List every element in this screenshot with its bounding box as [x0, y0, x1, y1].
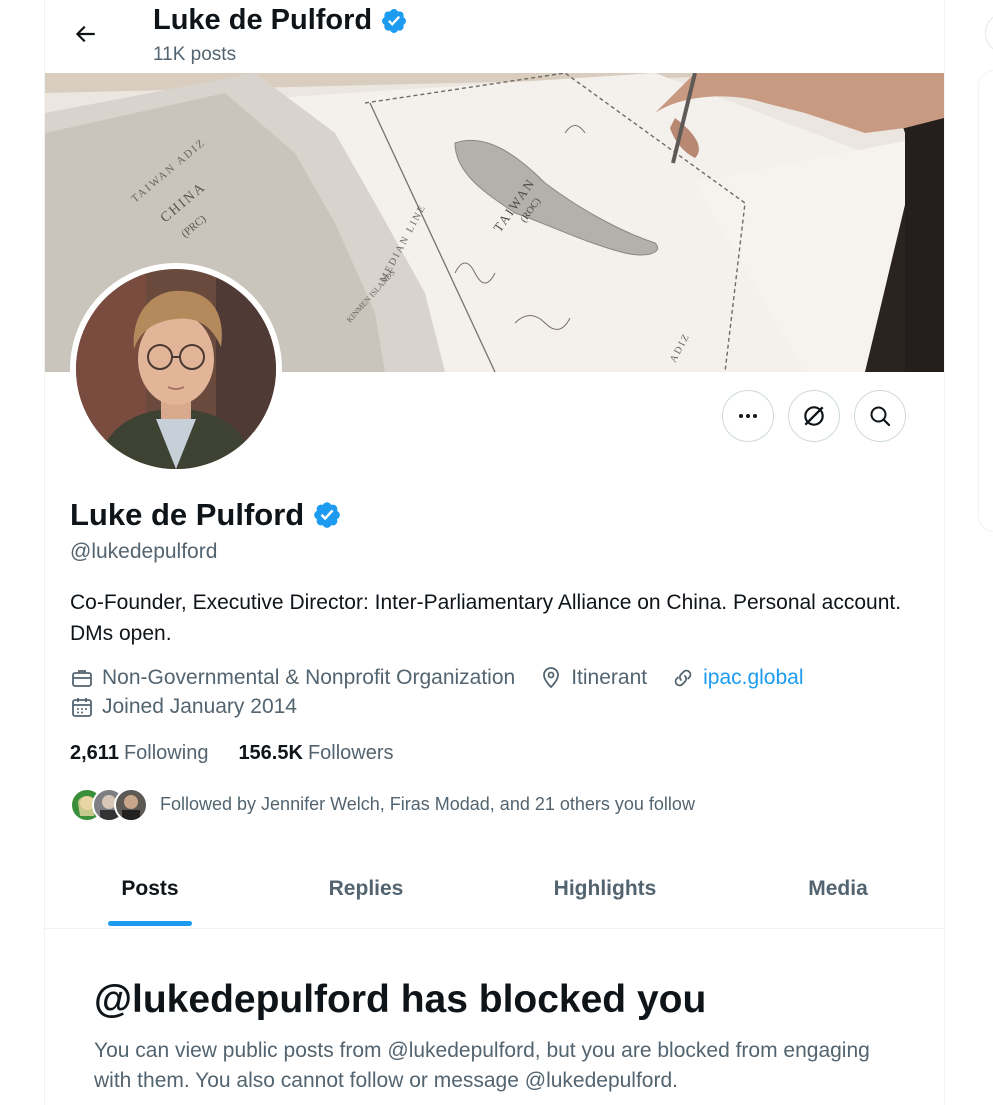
tab-label: Replies [328, 877, 404, 900]
search-icon [870, 406, 891, 427]
profile-column: Luke de Pulford 11K posts TAIWAN ADIZ CH… [44, 0, 945, 1105]
profile-location: Itinerant [539, 666, 647, 690]
following-count: 2,611 [70, 742, 119, 764]
blocked-title: @lukedepulford has blocked you [94, 978, 707, 1021]
arrow-left-icon [75, 25, 95, 43]
blocked-description: You can view public posts from @lukedepu… [94, 1039, 870, 1092]
link-icon [674, 669, 692, 687]
grok-button[interactable] [788, 390, 840, 442]
sidebar-card-edge [978, 70, 993, 532]
tab-highlights[interactable]: Highlights [535, 850, 675, 928]
profile-tabs: Posts Replies Highlights Media [45, 850, 944, 929]
briefcase-icon [72, 670, 92, 687]
sidebar-search-edge [985, 12, 993, 54]
profile-handle: @lukedepulford [70, 540, 218, 563]
profile-location-label: Itinerant [571, 666, 648, 689]
more-icon [739, 414, 757, 418]
calendar-icon [72, 698, 92, 717]
tab-posts[interactable]: Posts [100, 850, 200, 928]
profile-meta-row: Non-Governmental & Nonprofit Organizatio… [70, 666, 828, 690]
location-pin-icon [543, 667, 560, 689]
tab-label: Highlights [553, 877, 657, 900]
verified-badge-icon [382, 8, 407, 33]
followed-by-avatars [70, 786, 150, 822]
followers-link[interactable]: 156.5K Followers [238, 742, 393, 765]
following-label: Following [123, 742, 209, 764]
profile-avatar[interactable] [70, 263, 282, 475]
followed-by-text: Followed by Jennifer Welch, Firas Modad,… [160, 793, 695, 814]
header-title: Luke de Pulford [153, 4, 373, 36]
profile-website[interactable]: ipac.global [671, 666, 804, 690]
avatar [114, 788, 148, 822]
profile-joined-row: Joined January 2014 [70, 695, 321, 719]
followers-label: Followers [307, 742, 394, 764]
followed-by-row[interactable]: Followed by Jennifer Welch, Firas Modad,… [70, 786, 695, 822]
profile-joined: Joined January 2014 [70, 695, 297, 719]
tab-media[interactable]: Media [790, 850, 886, 928]
tab-label: Media [808, 877, 868, 900]
profile-category-label: Non-Governmental & Nonprofit Organizatio… [102, 666, 516, 689]
tab-replies[interactable]: Replies [311, 850, 421, 928]
followers-count: 156.5K [238, 742, 303, 764]
tab-label: Posts [121, 877, 179, 900]
search-profile-button[interactable] [854, 390, 906, 442]
avatar-image [76, 269, 276, 469]
following-link[interactable]: 2,611 Following [70, 742, 208, 765]
profile-category: Non-Governmental & Nonprofit Organizatio… [70, 666, 515, 690]
profile-website-link[interactable]: ipac.global [703, 666, 803, 690]
profile-name: Luke de Pulford [70, 497, 305, 532]
active-tab-indicator [108, 921, 192, 926]
verified-badge-icon[interactable] [312, 500, 342, 530]
back-button[interactable] [63, 12, 107, 56]
profile-bio: Co-Founder, Executive Director: Inter-Pa… [70, 591, 902, 645]
profile-stats: 2,611 Following 156.5K Followers [70, 742, 394, 765]
profile-header-bar: Luke de Pulford 11K posts [45, 0, 944, 73]
more-button[interactable] [722, 390, 774, 442]
profile-name-row: Luke de Pulford [70, 497, 342, 533]
header-title-row: Luke de Pulford [153, 4, 408, 37]
profile-joined-label: Joined January 2014 [102, 695, 297, 718]
grok-icon [804, 406, 824, 426]
header-post-count: 11K posts [153, 44, 237, 65]
